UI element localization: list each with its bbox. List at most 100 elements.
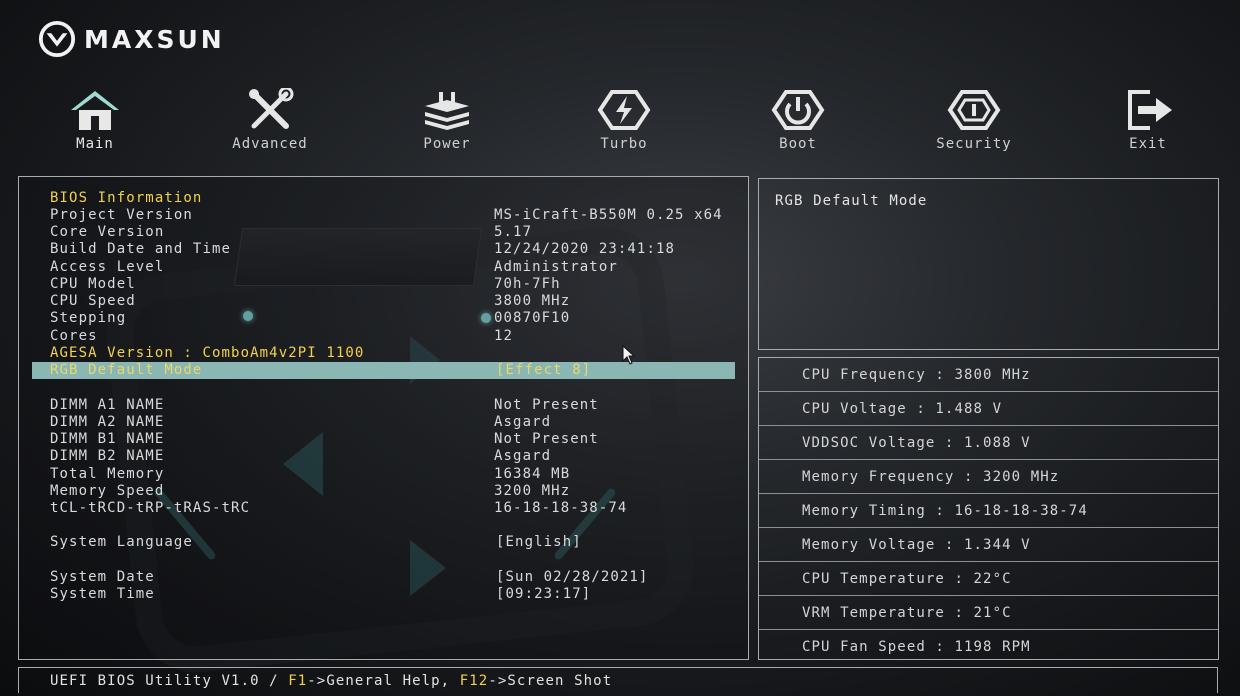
help-panel: RGB Default Mode — [758, 178, 1219, 350]
tab-power-label: Power — [423, 136, 471, 152]
tab-security-label: Security — [936, 136, 1012, 152]
info-row-dimm-b1: DIMM B1 NAME Not Present — [50, 431, 598, 448]
tab-advanced-label: Advanced — [232, 136, 308, 152]
info-label: CPU Model — [50, 276, 136, 292]
info-row-memory-timings: tCL-tRCD-tRP-tRAS-tRC 16-18-18-38-74 — [50, 500, 626, 517]
info-value: 3200 MHz — [494, 483, 571, 499]
tab-power[interactable]: Power — [392, 88, 502, 152]
tab-exit[interactable]: Exit — [1093, 88, 1203, 152]
info-value: 16-18-18-38-74 — [494, 500, 628, 516]
turbo-bolt-icon — [597, 90, 651, 130]
info-value: Asgard — [494, 414, 552, 430]
info-row-dimm-a2: DIMM A2 NAME Asgard — [50, 414, 550, 431]
info-row-build-date: Build Date and Time 12/24/2020 23:41:18 — [50, 241, 674, 258]
shield-icon — [947, 90, 1001, 130]
tab-advanced[interactable]: Advanced — [215, 88, 325, 152]
footer-status-bar: UEFI BIOS Utility V1.0 / F1->General Hel… — [18, 667, 1218, 693]
info-value: 12 — [494, 328, 514, 344]
system-date-value[interactable]: [Sun 02/28/2021] — [496, 569, 648, 586]
system-language-value[interactable]: [English] — [496, 534, 582, 551]
brand-logo: MAXSUN — [38, 20, 225, 58]
stat-memory-frequency: Memory Frequency : 3200 MHz — [759, 460, 1218, 494]
stat-memory-timing: Memory Timing : 16-18-18-38-74 — [759, 494, 1218, 528]
tab-main[interactable]: Main — [40, 88, 150, 152]
system-time-option[interactable]: System Time [09:23:17] — [50, 586, 590, 603]
exit-icon — [1128, 90, 1172, 130]
system-date-label: System Date — [50, 569, 155, 585]
brand-name: MAXSUN — [84, 24, 225, 54]
info-label: DIMM A2 NAME — [50, 414, 165, 430]
tab-main-label: Main — [76, 136, 114, 152]
power-button-icon — [771, 90, 825, 130]
info-label: Stepping — [50, 310, 127, 326]
info-row-cores: Cores 12 — [50, 328, 512, 345]
stat-cpu-frequency: CPU Frequency : 3800 MHz — [759, 358, 1218, 392]
home-icon — [71, 91, 119, 130]
info-label: Access Level — [50, 259, 165, 275]
info-value: Not Present — [494, 397, 599, 413]
tab-turbo-label: Turbo — [600, 136, 648, 152]
stat-vddsoc-voltage: VDDSOC Voltage : 1.088 V — [759, 426, 1218, 460]
footer-text-help: ->General Help, — [307, 673, 460, 689]
tab-security[interactable]: Security — [919, 88, 1029, 152]
system-time-value[interactable]: [09:23:17] — [496, 586, 591, 603]
system-language-option[interactable]: System Language [English] — [50, 534, 581, 551]
tab-turbo[interactable]: Turbo — [569, 88, 679, 152]
info-value: Administrator — [494, 259, 618, 275]
info-value: 3800 MHz — [494, 293, 571, 309]
system-date-option[interactable]: System Date [Sun 02/28/2021] — [50, 569, 647, 586]
info-label: Project Version — [50, 207, 193, 223]
system-time-label: System Time — [50, 586, 155, 602]
footer-text-screenshot: ->Screen Shot — [488, 673, 613, 689]
rgb-mode-value[interactable]: [Effect 8] — [496, 362, 591, 379]
info-label: Build Date and Time — [50, 241, 232, 257]
info-value: Not Present — [494, 431, 599, 447]
info-row-total-memory: Total Memory 16384 MB — [50, 466, 569, 483]
info-row-core-version: Core Version 5.17 — [50, 224, 531, 241]
info-label: Memory Speed — [50, 483, 165, 499]
info-row-stepping: Stepping 00870F10 — [50, 310, 569, 327]
footer-prefix: UEFI BIOS Utility V1.0 / — [50, 673, 289, 689]
maxsun-logo-icon — [38, 20, 76, 58]
help-text: RGB Default Mode — [775, 193, 928, 209]
info-value: MS-iCraft-B550M 0.25 x64 — [494, 207, 723, 223]
tab-exit-label: Exit — [1129, 136, 1167, 152]
tools-icon — [249, 88, 294, 129]
section-title: BIOS Information — [50, 190, 203, 206]
stat-cpu-voltage: CPU Voltage : 1.488 V — [759, 392, 1218, 426]
info-value: 16384 MB — [494, 466, 571, 482]
info-label: tCL-tRCD-tRP-tRAS-tRC — [50, 500, 251, 516]
main-info-panel: BIOS Information Project Version MS-iCra… — [18, 176, 749, 660]
info-label: DIMM B1 NAME — [50, 431, 165, 447]
tab-boot-label: Boot — [779, 136, 817, 152]
info-value: 5.17 — [494, 224, 533, 240]
footer-key-f1: F1 — [288, 673, 308, 689]
info-label: Core Version — [50, 224, 165, 240]
info-value: 00870F10 — [494, 310, 571, 326]
stat-vrm-temperature: VRM Temperature : 21°C — [759, 596, 1218, 630]
footer-key-f12: F12 — [459, 673, 489, 689]
info-label: DIMM B2 NAME — [50, 448, 165, 464]
info-value: 70h-7Fh — [494, 276, 561, 292]
info-row-project-version: Project Version MS-iCraft-B550M 0.25 x64 — [50, 207, 722, 224]
agesa-version: AGESA Version : ComboAm4v2PI 1100 — [50, 345, 365, 361]
info-label: DIMM A1 NAME — [50, 397, 165, 413]
info-row-memory-speed: Memory Speed 3200 MHz — [50, 483, 569, 500]
stat-memory-voltage: Memory Voltage : 1.344 V — [759, 528, 1218, 562]
stat-cpu-fan-speed: CPU Fan Speed : 1198 RPM — [802, 639, 1031, 655]
tab-boot[interactable]: Boot — [743, 88, 853, 152]
power-chip-icon — [425, 92, 469, 130]
info-value: Asgard — [494, 448, 552, 464]
system-language-label: System Language — [50, 534, 193, 550]
info-label: Total Memory — [50, 466, 165, 482]
info-row-access-level: Access Level Administrator — [50, 259, 617, 276]
mouse-cursor-icon — [622, 345, 636, 365]
stat-cpu-temperature: CPU Temperature : 22°C — [759, 562, 1218, 596]
hardware-monitor-panel: CPU Frequency : 3800 MHz CPU Voltage : 1… — [758, 357, 1219, 660]
info-label: Cores — [50, 328, 98, 344]
info-label: CPU Speed — [50, 293, 136, 309]
rgb-mode-label: RGB Default Mode — [50, 362, 203, 378]
info-row-cpu-speed: CPU Speed 3800 MHz — [50, 293, 569, 310]
info-row-dimm-b2: DIMM B2 NAME Asgard — [50, 448, 550, 465]
info-row-dimm-a1: DIMM A1 NAME Not Present — [50, 397, 598, 414]
